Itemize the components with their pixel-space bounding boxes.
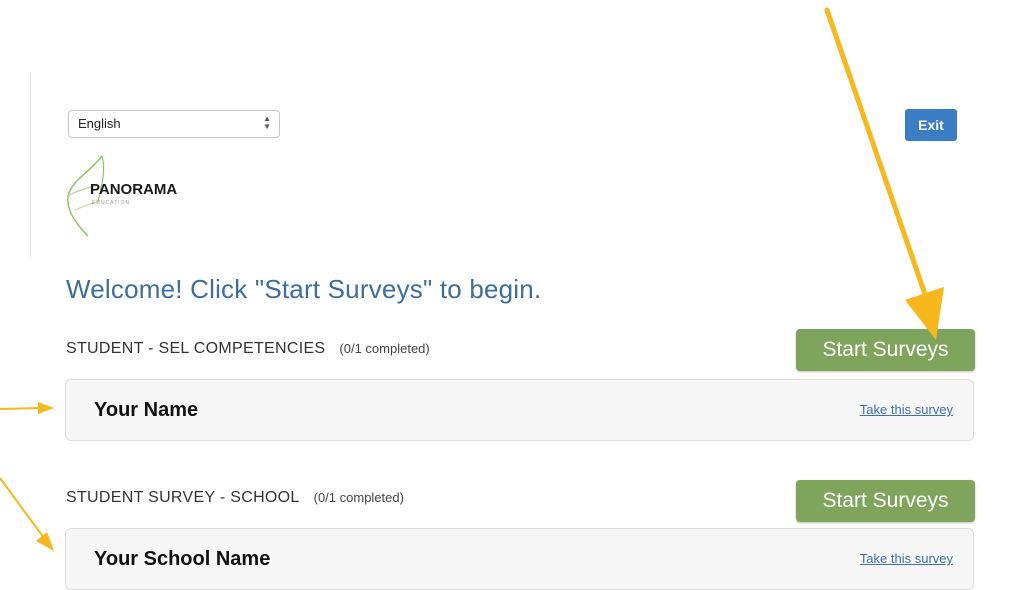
annotation-arrow-icon xyxy=(0,477,54,551)
survey-section-title: STUDENT - SEL COMPETENCIES (0/1 completed… xyxy=(66,340,430,358)
panorama-logo: PANORAMA EDUCATION xyxy=(62,150,222,240)
survey-card: Your School Name Take this survey xyxy=(65,528,974,590)
survey-card: Your Name Take this survey xyxy=(65,379,974,441)
left-divider xyxy=(30,72,31,257)
exit-button[interactable]: Exit xyxy=(905,109,957,141)
language-select-value: English xyxy=(78,116,121,131)
survey-progress: (0/1 completed) xyxy=(339,341,430,356)
logo-text: PANORAMA xyxy=(90,181,177,198)
start-surveys-button[interactable]: Start Surveys xyxy=(796,480,975,522)
annotation-arrow-icon xyxy=(824,7,944,340)
take-survey-link[interactable]: Take this survey xyxy=(860,380,953,440)
select-caret-icon: ▲ ▼ xyxy=(263,114,271,131)
survey-progress: (0/1 completed) xyxy=(313,490,404,505)
logo-subtext: EDUCATION xyxy=(92,200,130,206)
survey-title: STUDENT - SEL COMPETENCIES xyxy=(66,340,326,357)
annotation-arrow-icon xyxy=(0,402,54,414)
survey-card-name: Your Name xyxy=(94,399,199,421)
survey-title: STUDENT SURVEY - SCHOOL xyxy=(66,489,300,506)
language-select[interactable]: English ▲ ▼ xyxy=(68,110,280,138)
welcome-heading: Welcome! Click "Start Surveys" to begin. xyxy=(66,274,542,304)
start-surveys-button[interactable]: Start Surveys xyxy=(796,329,975,371)
survey-card-name: Your School Name xyxy=(94,548,271,570)
take-survey-link[interactable]: Take this survey xyxy=(860,529,953,589)
survey-section-title: STUDENT SURVEY - SCHOOL (0/1 completed) xyxy=(66,489,404,507)
